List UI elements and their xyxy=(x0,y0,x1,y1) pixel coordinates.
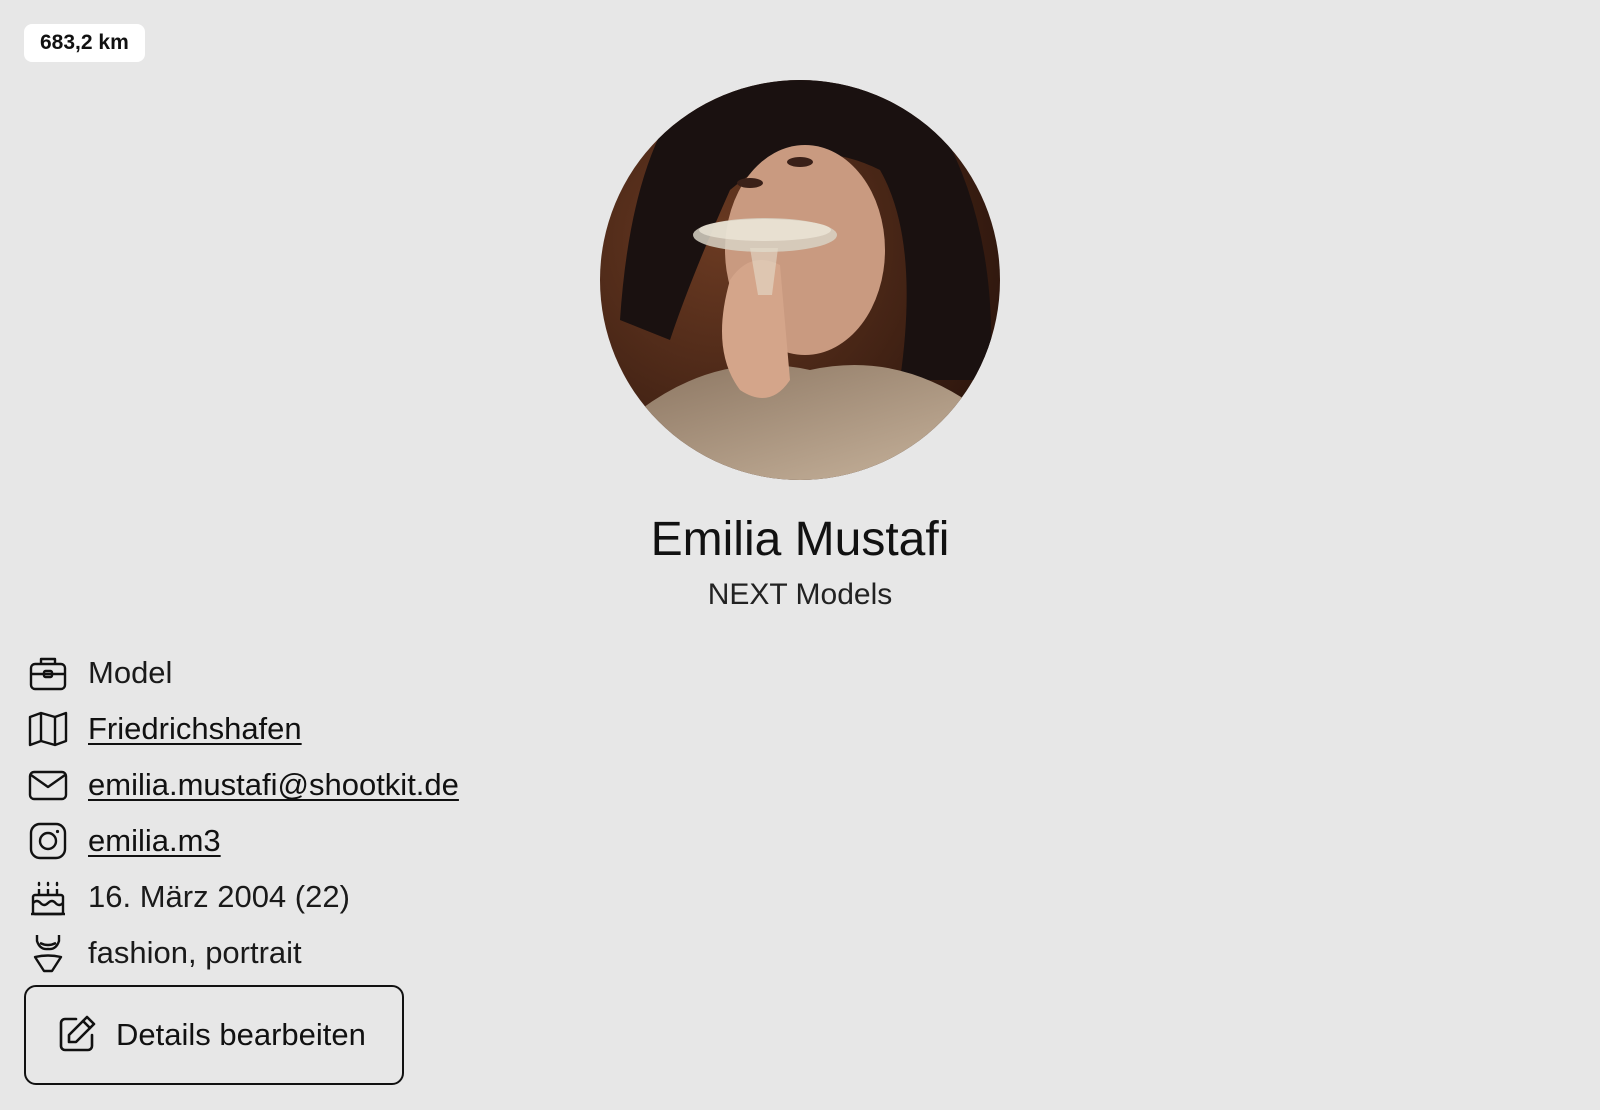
detail-row-genres: fashion, portrait xyxy=(26,925,459,981)
briefcase-icon xyxy=(26,651,70,695)
distance-badge: 683,2 km xyxy=(24,24,145,62)
bikini-icon xyxy=(26,931,70,975)
detail-location-link[interactable]: Friedrichshafen xyxy=(88,711,302,747)
detail-genres: fashion, portrait xyxy=(88,935,302,970)
edit-details-label: Details bearbeiten xyxy=(116,1017,366,1052)
detail-row-instagram[interactable]: emilia.m3 xyxy=(26,813,459,869)
detail-instagram-link[interactable]: emilia.m3 xyxy=(88,823,221,859)
detail-row-role: Model xyxy=(26,645,459,701)
edit-details-button[interactable]: Details bearbeiten xyxy=(24,985,404,1085)
detail-row-birthday: 16. März 2004 (22) xyxy=(26,869,459,925)
detail-email-link[interactable]: emilia.mustafi@shootkit.de xyxy=(88,767,459,803)
mail-icon xyxy=(26,763,70,807)
avatar-photo xyxy=(600,80,1000,480)
profile-name: Emilia Mustafi xyxy=(650,513,950,566)
profile-details: Model Friedrichshafen emilia.mustafi@sho… xyxy=(26,645,459,981)
detail-row-location[interactable]: Friedrichshafen xyxy=(26,701,459,757)
avatar xyxy=(600,80,1000,480)
map-icon xyxy=(26,707,70,751)
profile-agency: NEXT Models xyxy=(707,578,893,611)
cake-icon xyxy=(26,875,70,919)
detail-birthday: 16. März 2004 (22) xyxy=(88,879,350,914)
instagram-icon xyxy=(26,819,70,863)
detail-role: Model xyxy=(88,655,173,690)
detail-row-email[interactable]: emilia.mustafi@shootkit.de xyxy=(26,757,459,813)
edit-icon xyxy=(56,1013,98,1058)
